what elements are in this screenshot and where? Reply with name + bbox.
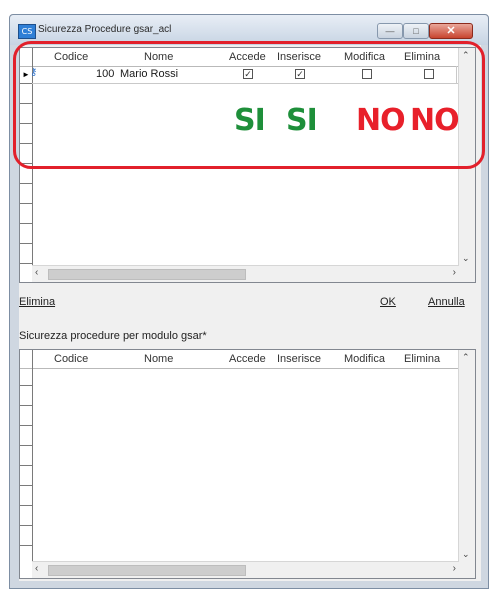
module-permissions-grid[interactable]: Codice Nome Accede Inserisce Modifica El… <box>19 349 476 579</box>
column-header-nome[interactable]: Nome <box>144 353 173 365</box>
ok-button-label: OK <box>380 296 396 308</box>
column-header-elimina[interactable]: Elimina <box>404 353 440 365</box>
section-label: Sicurezza procedure per modulo gsar* <box>19 330 207 342</box>
window-title: Sicurezza Procedure gsar_acl <box>38 24 172 35</box>
column-header-codice[interactable]: Codice <box>54 353 88 365</box>
column-header-accede[interactable]: Accede <box>229 353 266 365</box>
column-header-inserisce[interactable]: Inserisce <box>277 353 321 365</box>
horizontal-scrollbar[interactable]: ‹ › <box>32 561 459 578</box>
horizontal-scrollbar[interactable]: ‹ › <box>32 265 459 282</box>
delete-button[interactable]: Elimina <box>19 296 55 308</box>
row-selector-column <box>20 350 33 562</box>
scroll-down-icon[interactable]: ⌄ <box>462 549 470 560</box>
scroll-thumb[interactable] <box>48 269 246 280</box>
scrollbar-corner <box>459 266 475 282</box>
scrollbar-corner <box>459 562 475 578</box>
scroll-right-icon[interactable]: › <box>453 267 456 278</box>
grid-header: Codice Nome Accede Inserisce Modifica El… <box>20 350 475 369</box>
scroll-thumb[interactable] <box>48 565 246 576</box>
minimize-button[interactable]: — <box>377 23 403 39</box>
app-icon: CS <box>18 24 36 39</box>
column-header-modifica[interactable]: Modifica <box>344 353 385 365</box>
vertical-scrollbar[interactable]: ⌃ ⌄ <box>458 350 475 562</box>
scroll-up-icon[interactable]: ⌃ <box>462 352 470 363</box>
maximize-button[interactable]: □ <box>403 23 429 39</box>
close-button[interactable]: ✕ <box>429 23 473 39</box>
delete-button-label: Elimina <box>19 296 56 308</box>
cancel-button[interactable]: Annulla <box>428 296 465 308</box>
ok-button[interactable]: OK <box>380 296 396 308</box>
cancel-button-label: Annulla <box>428 296 465 308</box>
annotation-highlight-frame <box>13 41 485 169</box>
scroll-left-icon[interactable]: ‹ <box>35 267 38 278</box>
scroll-right-icon[interactable]: › <box>453 563 456 574</box>
scroll-left-icon[interactable]: ‹ <box>35 563 38 574</box>
scroll-down-icon[interactable]: ⌄ <box>462 253 470 264</box>
